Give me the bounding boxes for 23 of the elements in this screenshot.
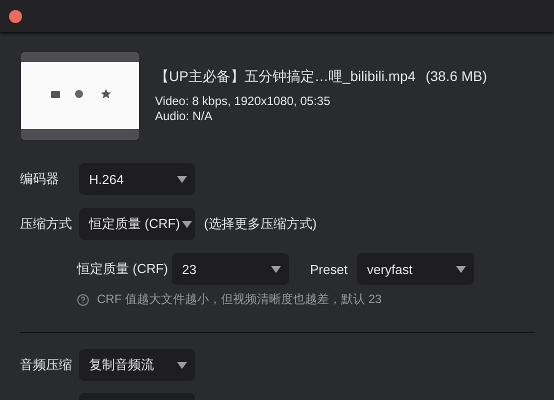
caret-icon [177, 176, 187, 182]
caret-icon [182, 220, 192, 228]
encoder-label: 编码器 [20, 170, 60, 188]
caret-icon [177, 362, 187, 368]
caret-icon [456, 266, 466, 272]
close-button[interactable] [9, 10, 22, 22]
file-size: (38.6 MB) [426, 68, 488, 86]
preset-select[interactable]: veryfast [357, 253, 474, 285]
compression-select[interactable]: 恒定质量 (CRF) [79, 208, 195, 240]
audio-compression-label: 音频压缩 [20, 356, 73, 374]
hint-text: CRF 值越大文件越小，但视频清晰度也越差，默认 23 [97, 291, 382, 308]
file-name: 【UP主必备】五分钟搞定…哩_bilibili.mp4 [155, 68, 416, 86]
preset-label: Preset [310, 262, 349, 276]
audio-compression-select[interactable]: 复制音频流 [79, 349, 195, 381]
video-info: Video: 8 kbps, 1920x1080, 05:35 [155, 94, 332, 109]
more-compression-link[interactable]: (选择更多压缩方式) [204, 215, 317, 233]
compression-label: 压缩方式 [20, 215, 73, 233]
crf-label: 恒定质量 (CRF) [77, 260, 169, 278]
audio-info: Audio: N/A [155, 109, 214, 124]
encoder-select[interactable]: H.264 [79, 163, 195, 195]
quality-value-select[interactable]: 23 [172, 253, 289, 285]
help-icon [77, 294, 89, 306]
caret-icon [271, 266, 281, 272]
